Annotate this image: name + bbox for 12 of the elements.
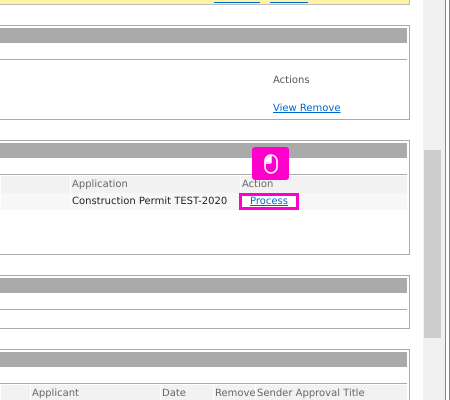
column-header: Date: [160, 385, 213, 400]
column-header: Applicant: [30, 385, 160, 400]
column-header: Remove: [213, 385, 255, 400]
view-remove-link[interactable]: View Remove: [273, 103, 407, 114]
process-link[interactable]: Process: [242, 196, 296, 207]
scrollbar-thumb[interactable]: [424, 150, 441, 338]
mouse-icon: [264, 154, 278, 174]
link-underline[interactable]: [270, 2, 308, 3]
link-underline[interactable]: [214, 2, 260, 3]
scrollbar[interactable]: [423, 0, 445, 400]
actions-heading: Actions: [273, 75, 311, 86]
column-header: Sender Approval Title: [255, 385, 407, 400]
